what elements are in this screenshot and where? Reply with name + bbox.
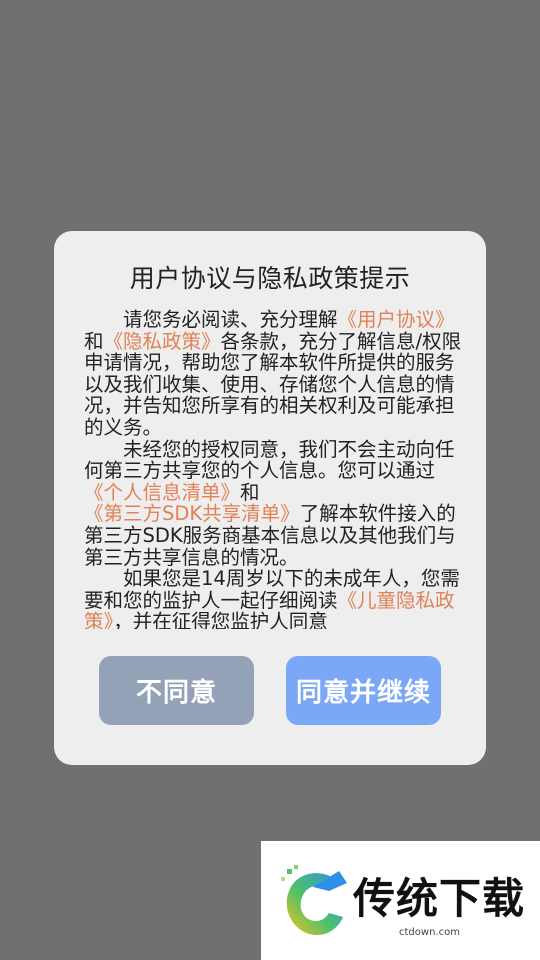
screen: 用户协议与隐私政策提示 请您务必阅读、充分理解《用户协议》和《隐私政策》各条款，… — [0, 0, 540, 960]
watermark-url: ctdown.com — [399, 927, 460, 938]
policy-text: 请您务必阅读、充分理解 — [123, 309, 338, 331]
policy-link[interactable]: 《隐私政策》 — [104, 330, 221, 353]
privacy-dialog: 用户协议与隐私政策提示 请您务必阅读、充分理解《用户协议》和《隐私政策》各条款，… — [54, 231, 486, 765]
dialog-title: 用户协议与隐私政策提示 — [129, 264, 411, 293]
policy-text-scroll[interactable]: 请您务必阅读、充分理解《用户协议》和《隐私政策》各条款，充分了解信息/权限申请情… — [84, 309, 466, 629]
watermark-badge: 传统下载 ctdown.com — [261, 841, 540, 960]
policy-text: 和 — [84, 329, 104, 353]
policy-link[interactable]: 《用户协议》 — [338, 309, 455, 331]
policy-paragraph: 请您务必阅读、充分理解《用户协议》和《隐私政策》各条款，充分了解信息/权限申请情… — [84, 309, 466, 439]
watermark-brand-text: 传统下载 — [353, 874, 526, 923]
policy-text: 未经您的授权同意，我们不会主动向任何第三方共享您的个人信息。您可以通过 — [84, 437, 455, 483]
policy-text: 和 — [240, 480, 260, 504]
policy-link[interactable]: 《个人信息清单》 — [84, 481, 240, 504]
disagree-button[interactable]: 不同意 — [99, 656, 254, 725]
policy-text: ，并在征得您监护人同意 — [113, 610, 328, 629]
policy-paragraph: 如果您是14周岁以下的未成年人，您需要和您的监护人一起仔细阅读《儿童隐私政策》，… — [84, 568, 466, 629]
ctdown-logo-icon — [281, 865, 347, 935]
agree-continue-button[interactable]: 同意并继续 — [286, 656, 441, 725]
policy-link[interactable]: 《第三方SDK共享清单》 — [84, 502, 300, 525]
policy-paragraph: 未经您的授权同意，我们不会主动向任何第三方共享您的个人信息。您可以通过《个人信息… — [84, 437, 466, 569]
